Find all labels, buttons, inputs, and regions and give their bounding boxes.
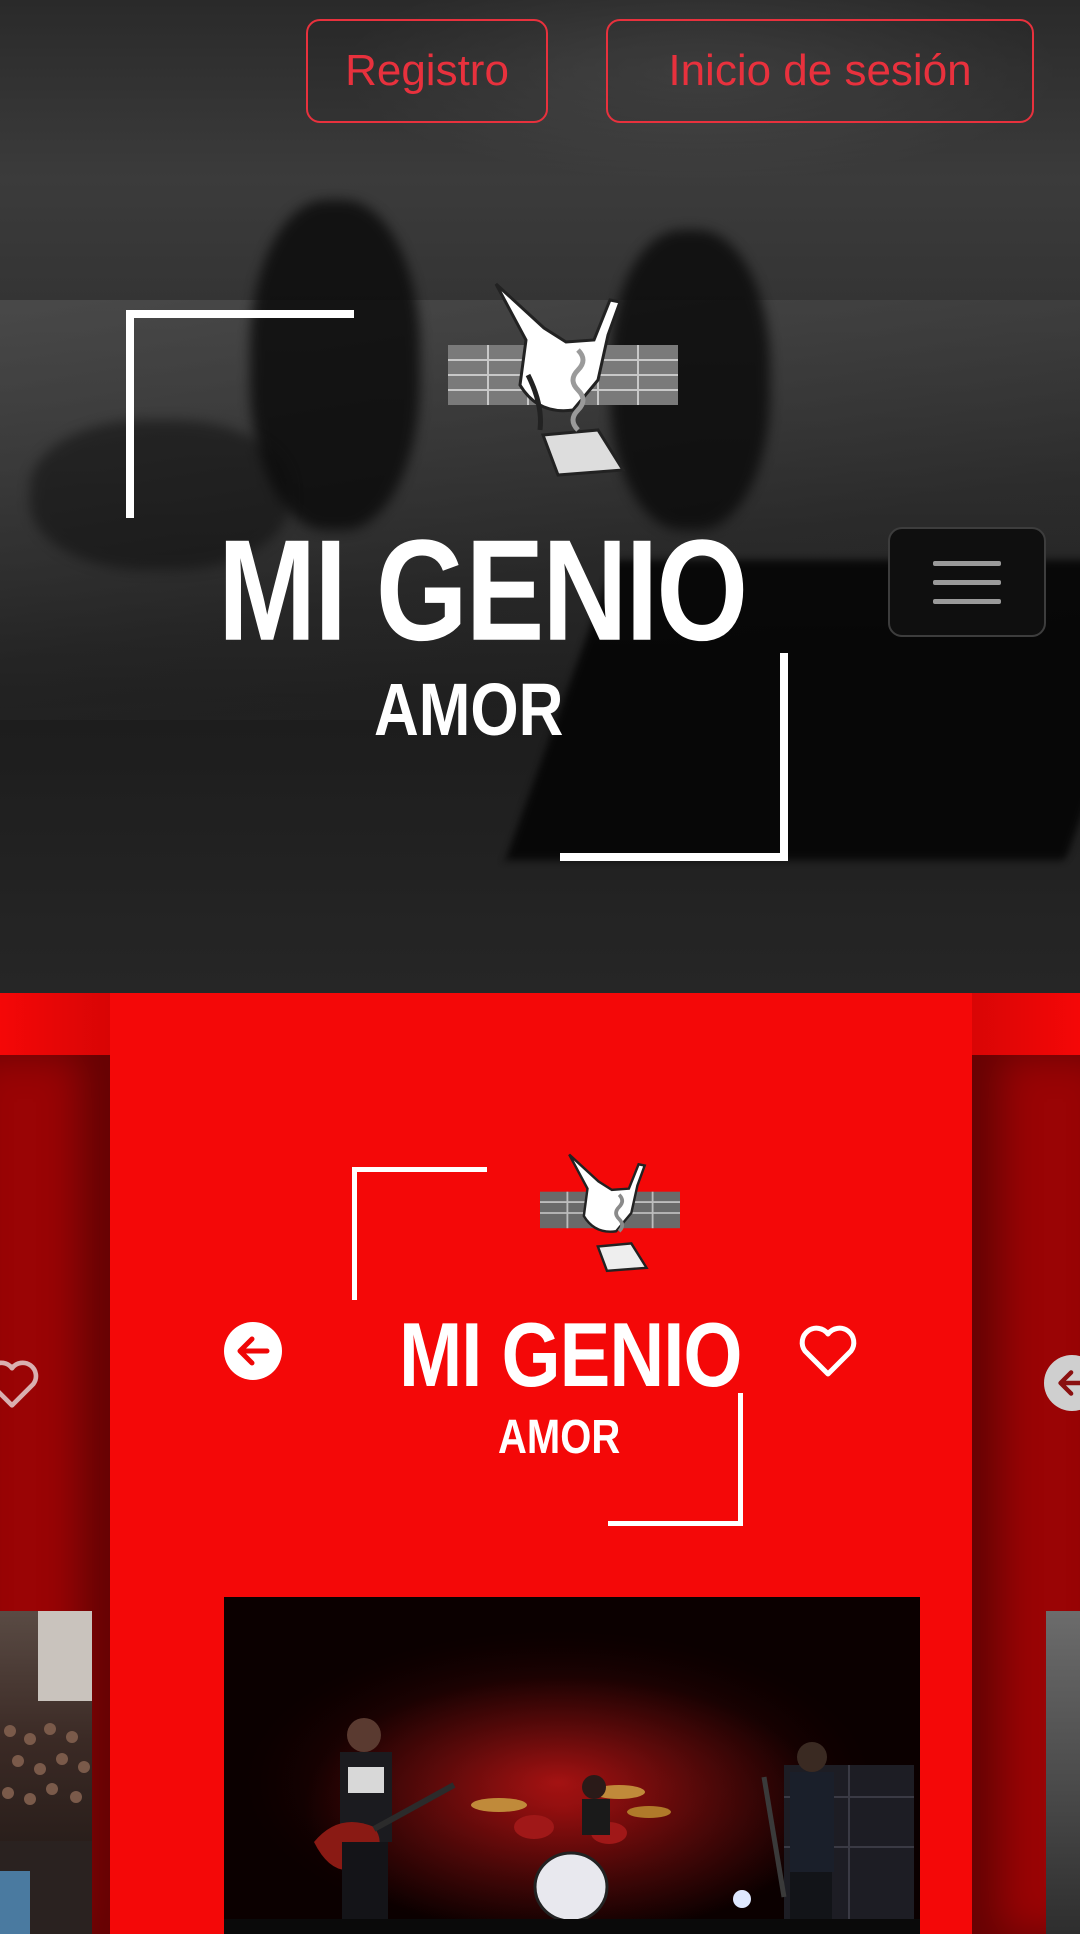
card-brand-subtitle: AMOR [498, 1411, 621, 1464]
brand-logo[interactable]: MI GENIO AMOR [126, 280, 788, 861]
next-card-photo [1046, 1611, 1080, 1934]
brand-title: MI GENIO [218, 510, 748, 672]
side-card-edge-right [970, 993, 1080, 1055]
arrow-left-icon [1058, 1370, 1080, 1396]
hamburger-menu-icon-line [933, 598, 1001, 604]
login-button[interactable]: Inicio de sesión [606, 19, 1034, 123]
arrow-left-icon [237, 1336, 270, 1366]
card-brand-title: MI GENIO [399, 1304, 742, 1407]
carousel-prev-button[interactable] [224, 1322, 282, 1380]
rock-hand-guitar-icon [448, 282, 678, 477]
brand-subtitle: AMOR [374, 669, 564, 752]
logo-corner-top-left [126, 310, 354, 518]
register-button[interactable]: Registro [306, 19, 548, 123]
hamburger-menu-icon-line [933, 560, 1001, 566]
hero-section: Registro Inicio de sesión MI GENIO AMOR [0, 0, 1080, 993]
menu-toggle-button[interactable] [888, 527, 1046, 637]
logo-corner-top-left [352, 1167, 487, 1300]
card-brand-logo: MI GENIO AMOR [240, 1143, 760, 1526]
side-card-edge-left [0, 993, 110, 1055]
rock-hand-guitar-icon [540, 1153, 680, 1273]
band-photo [224, 1597, 920, 1934]
logo-corner-bottom-right [560, 653, 788, 861]
heart-icon[interactable] [0, 1358, 40, 1410]
previous-card-photo [0, 1611, 92, 1934]
hamburger-menu-icon-line [933, 579, 1001, 585]
logo-corner-bottom-right [608, 1393, 743, 1526]
heart-icon[interactable] [798, 1323, 858, 1379]
